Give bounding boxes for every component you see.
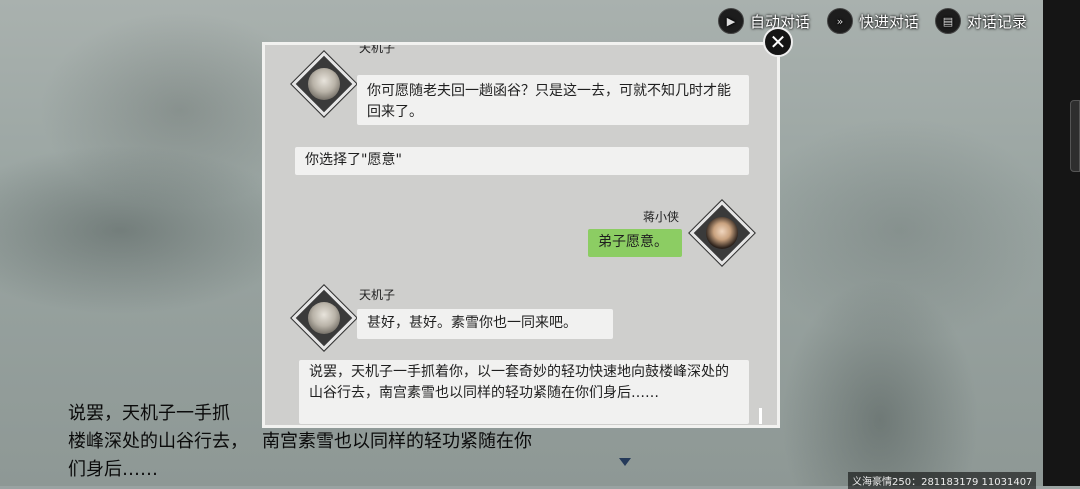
- play-icon: ▶: [718, 8, 744, 34]
- avatar-tianjizi: [290, 50, 358, 118]
- narration-text: 说罢，天机子一手抓 楼峰深处的山谷行去， 们身后……: [68, 403, 248, 480]
- avatar-tianjizi: [290, 284, 358, 352]
- player-message-bubble: 弟子愿意。: [588, 229, 682, 257]
- fast-forward-dialog-button[interactable]: » 快进对话: [827, 8, 919, 34]
- fast-forward-icon: »: [827, 8, 853, 34]
- npc-message-bubble: 甚好，甚好。素雪你也一同来吧。: [357, 309, 613, 339]
- close-icon[interactable]: ✕: [763, 27, 793, 57]
- screen-edge-bar: [1043, 0, 1080, 486]
- dialog-scrollbar[interactable]: [759, 408, 762, 424]
- continue-arrow-icon[interactable]: [619, 458, 631, 466]
- dialog-log-label: 对话记录: [967, 12, 1028, 31]
- dialog-log-panel[interactable]: 天机子 你可愿随老夫回一趟函谷？只是这一去，可就不知几时才能回来了。 你选择了"…: [262, 42, 780, 428]
- speaker-name: 蒋小侠: [643, 210, 680, 224]
- choice-result-bubble: 你选择了"愿意": [295, 147, 749, 175]
- npc-message-bubble: 你可愿随老夫回一趟函谷？只是这一去，可就不知几时才能回来了。: [357, 75, 749, 125]
- auto-dialog-button[interactable]: ▶ 自动对话: [718, 8, 810, 34]
- narration-text-continued: 南宫素雪也以同样的轻功紧随在你: [262, 431, 532, 452]
- narration-bubble: 说罢，天机子一手抓着你，以一套奇妙的轻功快速地向鼓楼峰深处的山谷行去，南宫素雪也…: [299, 360, 749, 424]
- book-icon: ▤: [935, 8, 961, 34]
- side-drawer-handle[interactable]: [1070, 100, 1080, 172]
- avatar-jiangxiaoxia: [688, 199, 756, 267]
- server-info: 义海豪情250：281183179 11031407: [848, 472, 1037, 489]
- dialog-log-button[interactable]: ▤ 对话记录: [935, 8, 1027, 34]
- speaker-name: 天机子: [359, 42, 396, 55]
- fast-forward-label: 快进对话: [859, 12, 920, 31]
- speaker-name: 天机子: [359, 288, 396, 302]
